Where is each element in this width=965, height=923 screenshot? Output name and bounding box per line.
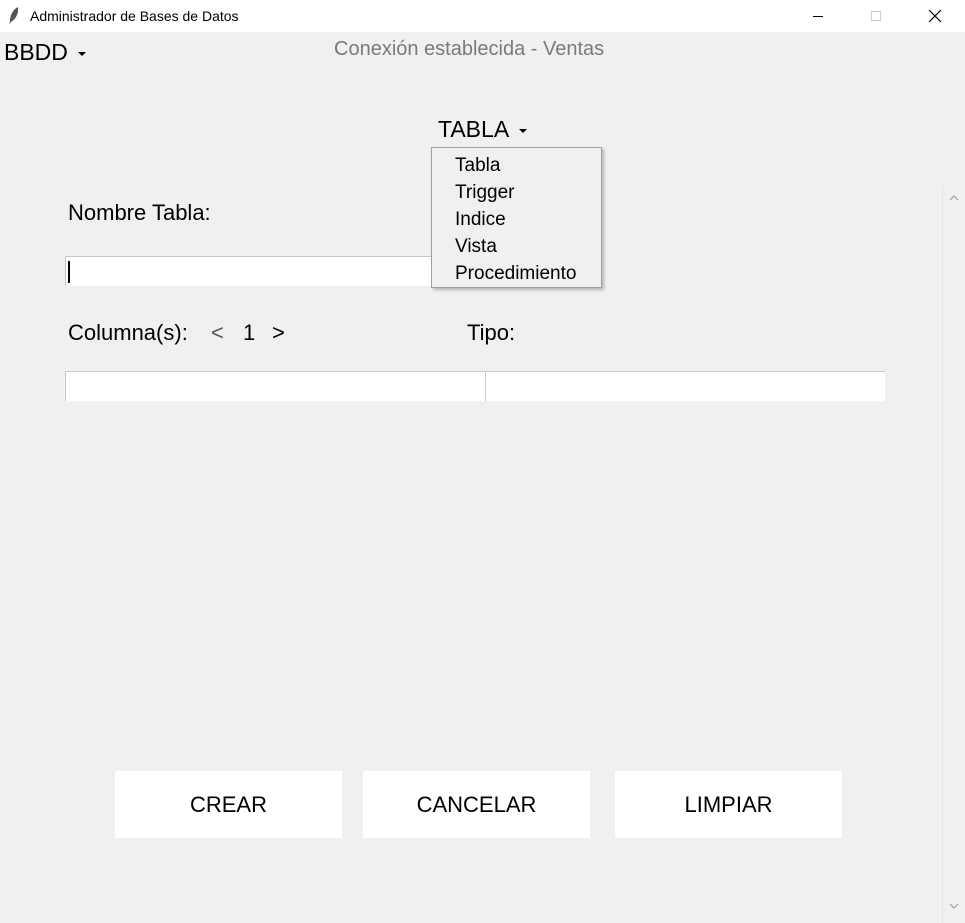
bbdd-menu[interactable]: BBDD [4,39,86,66]
table-name-label: Nombre Tabla: [68,200,211,225]
dropdown-item-tabla[interactable]: Tabla [432,152,601,179]
maximize-icon [871,11,881,21]
close-icon [928,9,942,23]
cancel-button[interactable]: CANCELAR [363,771,590,838]
vertical-scrollbar[interactable] [942,186,965,923]
bbdd-menu-label: BBDD [4,39,68,65]
connection-status: Conexión establecida - Ventas [334,38,605,60]
dropdown-item-trigger[interactable]: Trigger [432,179,601,206]
column-name-input[interactable] [65,371,485,401]
clear-button[interactable]: LIMPIAR [615,771,842,838]
window-title: Administrador de Bases de Datos [30,8,239,24]
chevron-up-icon[interactable] [948,192,960,204]
next-column-button[interactable]: > [272,320,285,346]
maximize-button[interactable] [847,0,905,32]
object-type-dropdown: Tabla Trigger Indice Vista Procedimiento [431,147,602,288]
columns-label: Columna(s): [68,320,188,345]
minimize-button[interactable] [789,0,847,32]
column-type-input[interactable] [485,371,885,401]
object-type-menu-label: TABLA [438,116,510,142]
caret-down-icon [77,51,86,56]
text-cursor [68,261,70,283]
type-label: Tipo: [467,320,516,345]
caret-down-icon [519,128,528,133]
chevron-down-icon[interactable] [948,900,960,912]
dropdown-item-indice[interactable]: Indice [432,206,601,233]
title-bar: Administrador de Bases de Datos [0,0,965,32]
column-index: 1 [243,320,256,345]
close-button[interactable] [905,0,965,32]
dropdown-item-vista[interactable]: Vista [432,233,601,260]
table-name-input[interactable] [65,256,445,286]
feather-icon [9,7,19,25]
app-window: Administrador de Bases de Datos BBDD Con… [0,0,965,923]
minimize-icon [813,16,823,17]
object-type-menu[interactable]: TABLA [438,116,528,143]
prev-column-button[interactable]: < [211,320,224,346]
create-button[interactable]: CREAR [115,771,342,838]
dropdown-item-procedimiento[interactable]: Procedimiento [432,260,601,287]
